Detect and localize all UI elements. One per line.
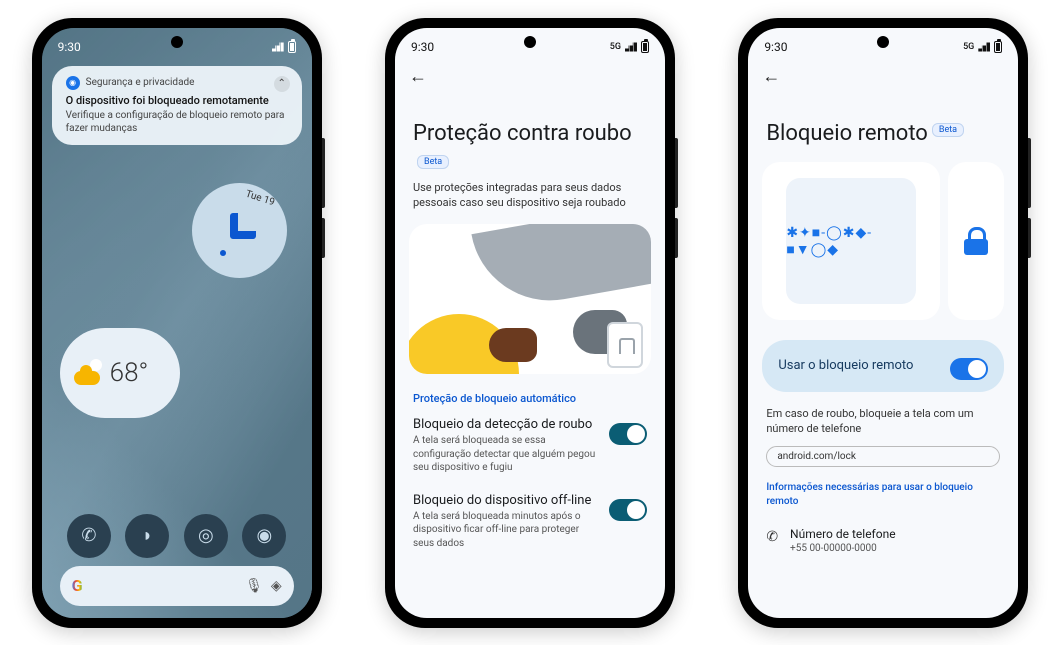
toggle-switch[interactable] [609, 499, 647, 521]
setting-theft-detection[interactable]: Bloqueio da detecção de roubo A tela ser… [395, 409, 665, 485]
page-title: Proteção contra roubo [413, 121, 632, 146]
messages-app-icon[interactable]: ◗ [125, 514, 169, 558]
status-bar: 9:30 5G [395, 28, 665, 60]
network-5g-icon: 5G [963, 42, 974, 52]
page-subtitle: Use proteções integradas para seus dados… [395, 180, 665, 221]
mic-icon[interactable]: 🎙 [245, 578, 263, 594]
status-bar: 9:30 5G [748, 28, 1018, 60]
status-time: 9:30 [411, 40, 434, 54]
page-title: Bloqueio remoto [766, 121, 928, 146]
use-remote-label: Usar o bloqueio remoto [778, 358, 913, 373]
google-logo-icon: G [72, 576, 83, 595]
signal-icon [272, 42, 284, 52]
home-dock: ✆ ◗ ◎ ◉ [60, 514, 294, 558]
info-link[interactable]: Informações necessárias para usar o bloq… [748, 477, 1018, 519]
search-bar[interactable]: G 🎙 ◈ [60, 566, 294, 606]
setting-title: Bloqueio da detecção de roubo [413, 417, 599, 432]
shield-icon: ◉ [66, 76, 80, 90]
phone-number-row[interactable]: ✆ Número de telefone +55 00-00000-0000 [748, 519, 1018, 562]
hero-illustration [409, 224, 651, 374]
phone-remote-lock: 9:30 5G ← Bloqueio remoto Beta ✱✦■-◯✱◆-■… [738, 18, 1028, 628]
status-time: 9:30 [764, 40, 787, 54]
lock-icon [964, 227, 988, 255]
setting-offline-lock[interactable]: Bloqueio do dispositivo off-line A tela … [395, 485, 665, 561]
notif-title: O dispositivo foi bloqueado remotamente [66, 94, 288, 107]
phone-home: 9:30 ◉ Segurança e privacidade O disposi… [32, 18, 322, 628]
chevron-up-icon[interactable]: ⌃ [274, 76, 290, 92]
status-bar: 9:30 [42, 28, 312, 60]
signal-icon [625, 42, 637, 52]
weather-temp: 68° [110, 358, 149, 388]
setting-desc: A tela será bloqueada minutos após o dis… [413, 510, 599, 551]
setting-desc: A tela será bloqueada se essa configuraç… [413, 434, 599, 475]
caption-text: Em caso de roubo, bloqueie a tela com um… [748, 400, 1018, 447]
clock-arrow-icon [230, 213, 256, 239]
chrome-app-icon[interactable]: ◎ [184, 514, 228, 558]
back-button[interactable]: ← [762, 66, 780, 87]
phone-number-value: +55 00-00000-0000 [790, 543, 896, 554]
weather-widget[interactable]: 68° [60, 328, 180, 418]
notif-body: Verifique a configuração de bloqueio rem… [66, 109, 288, 135]
toggle-switch[interactable] [609, 423, 647, 445]
setting-title: Bloqueio do dispositivo off-line [413, 493, 599, 508]
camera-app-icon[interactable]: ◉ [242, 514, 286, 558]
back-button[interactable]: ← [409, 66, 427, 87]
battery-icon [994, 41, 1002, 53]
notif-app: Segurança e privacidade [86, 77, 195, 88]
notification-card[interactable]: ◉ Segurança e privacidade O dispositivo … [52, 66, 302, 145]
url-chip[interactable]: android.com/lock [766, 446, 1000, 467]
phone-theft-protection: 9:30 5G ← Proteção contra roubo Beta Use… [385, 18, 675, 628]
battery-icon [641, 41, 649, 53]
masked-code: ✱✦■-◯✱◆-■▼◯◆ [786, 178, 916, 304]
weather-icon [72, 357, 104, 389]
status-time: 9:30 [58, 40, 81, 54]
phone-number-title: Número de telefone [790, 527, 896, 541]
network-5g-icon: 5G [610, 42, 621, 52]
beta-badge: Beta [932, 123, 964, 137]
use-remote-lock-row[interactable]: Usar o bloqueio remoto [762, 340, 1004, 392]
remote-lock-card: ✱✦■-◯✱◆-■▼◯◆ [762, 162, 940, 320]
phone-app-icon[interactable]: ✆ [67, 514, 111, 558]
beta-badge: Beta [417, 155, 449, 169]
lock-card [948, 162, 1004, 320]
signal-icon [978, 42, 990, 52]
phone-icon: ✆ [766, 529, 778, 545]
date-widget[interactable]: Tue 19 [192, 183, 287, 278]
lens-icon[interactable]: ◈ [271, 578, 282, 594]
toggle-switch[interactable] [950, 358, 988, 380]
battery-icon [288, 41, 296, 53]
section-label: Proteção de bloqueio automático [395, 384, 665, 409]
